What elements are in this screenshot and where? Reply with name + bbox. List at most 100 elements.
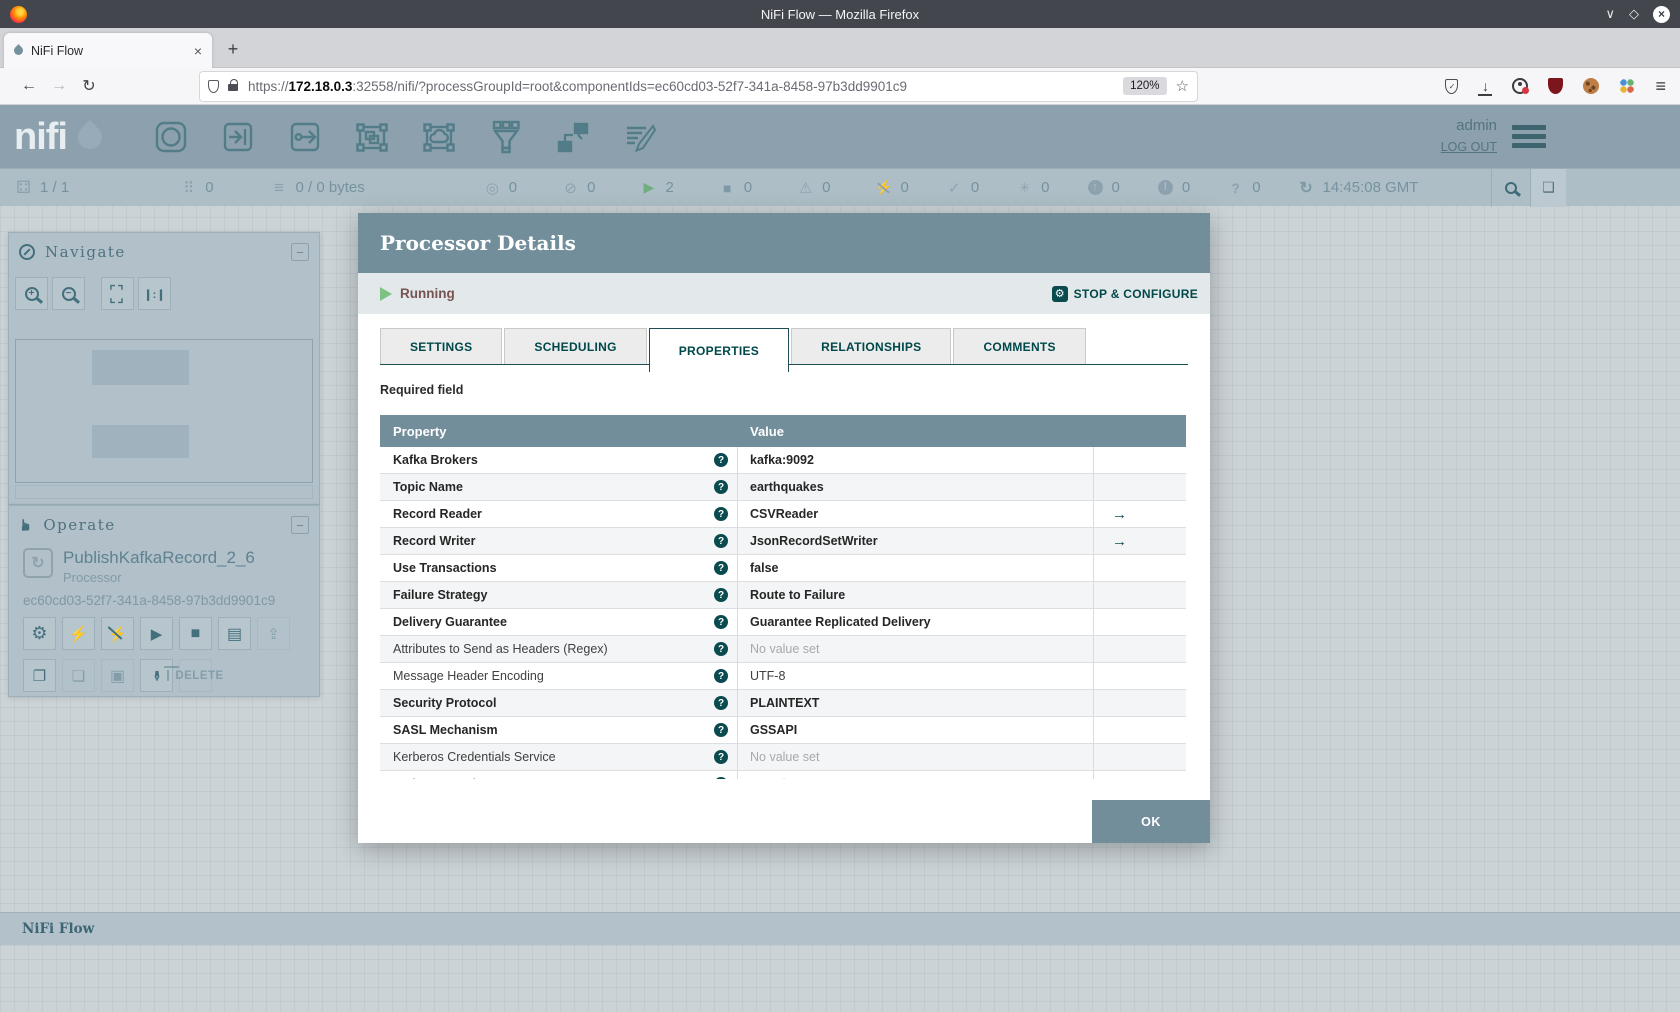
property-name: Kafka Brokers	[393, 453, 478, 467]
disable-icon	[108, 625, 127, 643]
goto-service-icon[interactable]	[1112, 533, 1127, 550]
refresh-icon[interactable]	[1297, 179, 1316, 197]
settings-icon	[31, 623, 47, 644]
new-tab-button[interactable]: +	[220, 36, 246, 62]
navigate-button[interactable]	[52, 277, 85, 310]
collapse-navigate-button[interactable]	[291, 243, 309, 261]
tab-title: NiFi Flow	[31, 43, 84, 58]
logout-link[interactable]: LOG OUT	[1441, 140, 1497, 154]
property-name: Attributes to Send as Headers (Regex)	[393, 642, 608, 656]
window-maximize-button[interactable]: ◇	[1629, 6, 1639, 22]
back-button[interactable]: ←	[14, 77, 44, 95]
help-icon[interactable]	[714, 615, 728, 629]
help-icon[interactable]	[714, 453, 728, 467]
tracking-protection-icon[interactable]	[208, 79, 219, 93]
bookmark-star-icon[interactable]: ☆	[1176, 77, 1189, 95]
url-bar[interactable]: https://172.18.0.3:32558/nifi/?processGr…	[200, 71, 1197, 101]
help-icon[interactable]	[714, 696, 728, 710]
collapse-operate-button[interactable]	[291, 516, 309, 534]
help-icon[interactable]	[714, 777, 728, 779]
extension-icon[interactable]	[1619, 78, 1636, 94]
birdseye-minimap[interactable]	[15, 339, 313, 483]
property-row: SASL Mechanism GSSAPI	[380, 717, 1186, 744]
dialog-tab[interactable]: SCHEDULING	[504, 328, 647, 365]
pocket-shield-icon[interactable]: ✓	[1445, 78, 1459, 94]
funnel-icon[interactable]	[486, 117, 526, 157]
operate-button[interactable]: DELETE	[164, 659, 223, 692]
operate-button[interactable]	[62, 659, 95, 692]
help-icon[interactable]	[714, 723, 728, 737]
dialog-status-bar: Running STOP & CONFIGURE	[358, 273, 1210, 314]
operate-button[interactable]	[23, 659, 56, 692]
downloads-icon[interactable]: ↓	[1478, 78, 1493, 96]
operate-button[interactable]	[257, 617, 290, 650]
ok-button[interactable]: OK	[1092, 800, 1210, 843]
url-host: 172.18.0.3	[288, 78, 353, 94]
ublock-extension-icon[interactable]	[1548, 78, 1564, 94]
operate-button[interactable]	[101, 617, 134, 650]
browser-menu-icon[interactable]: ≡	[1655, 76, 1666, 97]
lock-icon[interactable]	[228, 79, 239, 91]
help-icon[interactable]	[714, 750, 728, 764]
output-port-icon[interactable]	[285, 117, 325, 157]
help-icon[interactable]	[714, 669, 728, 683]
operate-button[interactable]	[140, 617, 173, 650]
dialog-tab[interactable]: SETTINGS	[380, 328, 503, 365]
url-text[interactable]: https://172.18.0.3:32558/nifi/?processGr…	[248, 79, 1114, 94]
browser-navbar: ← → ↻ https://172.18.0.3:32558/nifi/?pro…	[0, 68, 1680, 105]
property-row: Kerberos Credentials Service No value se…	[380, 744, 1186, 771]
search-button[interactable]	[1492, 181, 1530, 194]
dialog-tab[interactable]: RELATIONSHIPS	[791, 328, 952, 365]
template-icon[interactable]	[553, 117, 593, 157]
dialog-tab[interactable]: PROPERTIES	[648, 328, 790, 372]
cookie-extension-icon[interactable]	[1583, 78, 1600, 94]
browser-tab[interactable]: NiFi Flow ×	[4, 33, 212, 68]
status-item: 0 / 0 bytes	[270, 179, 365, 197]
navigate-title: Navigate	[45, 243, 126, 261]
running-icon	[380, 286, 392, 301]
help-icon[interactable]	[714, 588, 728, 602]
operate-button[interactable]	[218, 617, 251, 650]
status-item: 0	[945, 179, 979, 197]
property-row: Security Protocol PLAINTEXT	[380, 690, 1186, 717]
help-icon[interactable]	[714, 507, 728, 521]
operate-button[interactable]	[23, 617, 56, 650]
operate-button[interactable]	[179, 617, 212, 650]
property-value: No value set	[737, 771, 1094, 779]
status-item: 0	[1156, 179, 1190, 197]
goto-service-icon[interactable]	[1112, 506, 1127, 523]
stop-and-configure-button[interactable]: STOP & CONFIGURE	[1051, 285, 1198, 302]
zoom-level-badge[interactable]: 120%	[1123, 77, 1167, 95]
global-menu-icon[interactable]	[1512, 125, 1546, 148]
nifi-canvas[interactable]: nifi admin LOG OUT ⚃ 1 / 1 ⠿ 0 ≡ 0 / 0 b…	[0, 105, 1680, 1012]
operate-button[interactable]	[62, 617, 95, 650]
operate-button[interactable]	[101, 659, 134, 692]
processor-icon[interactable]	[151, 117, 191, 157]
bulletin-panel-toggle[interactable]	[1530, 168, 1566, 207]
input-port-icon[interactable]	[218, 117, 258, 157]
property-value: kafka:9092	[737, 447, 1094, 473]
firefox-logo-icon	[10, 5, 27, 23]
navigate-button[interactable]	[101, 277, 134, 310]
window-minimize-button[interactable]: ∨	[1605, 6, 1615, 22]
url-path: :32558/nifi/?processGroupId=root&compone…	[352, 78, 907, 94]
account-avatar-icon[interactable]	[1512, 78, 1530, 94]
forward-button[interactable]: →	[44, 77, 74, 95]
clock-text: 14:45:08 GMT	[1322, 179, 1419, 196]
help-icon[interactable]	[714, 642, 728, 656]
breadcrumb[interactable]: NiFi Flow	[22, 921, 94, 937]
property-row: Topic Name earthquakes	[380, 474, 1186, 501]
process-group-icon[interactable]	[352, 117, 392, 157]
navigate-button[interactable]	[15, 277, 48, 310]
help-icon[interactable]	[714, 480, 728, 494]
label-icon[interactable]	[620, 117, 660, 157]
help-icon[interactable]	[714, 561, 728, 575]
tab-close-icon[interactable]: ×	[194, 43, 202, 59]
window-close-button[interactable]: ×	[1653, 5, 1670, 23]
reload-button[interactable]: ↻	[74, 76, 104, 96]
help-icon[interactable]	[714, 534, 728, 548]
url-scheme: https://	[248, 78, 289, 94]
remote-process-group-icon[interactable]	[419, 117, 459, 157]
navigate-button[interactable]	[138, 277, 171, 310]
dialog-tab[interactable]: COMMENTS	[953, 328, 1086, 365]
